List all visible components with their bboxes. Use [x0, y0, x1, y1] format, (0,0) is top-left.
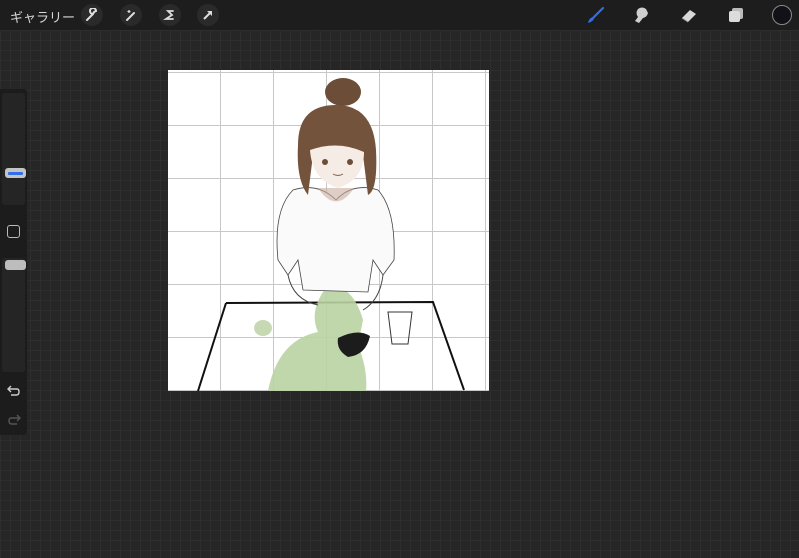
opacity-thumb[interactable] [5, 260, 26, 270]
eraser-icon[interactable] [678, 4, 700, 26]
drawing-canvas[interactable] [168, 70, 489, 391]
top-toolbar: ギャラリー [0, 0, 799, 30]
wrench-icon[interactable] [81, 4, 103, 26]
brush-size-slider[interactable] [2, 93, 26, 205]
artwork-illustration [197, 78, 465, 391]
opacity-slider[interactable] [2, 258, 26, 372]
transform-arrow-icon[interactable] [197, 4, 219, 26]
brush-icon[interactable] [585, 4, 607, 26]
layers-icon[interactable] [725, 4, 747, 26]
color-icon[interactable] [771, 4, 793, 26]
brush-size-thumb[interactable] [5, 168, 26, 178]
gallery-button[interactable]: ギャラリー [10, 7, 75, 26]
undo-icon[interactable] [7, 382, 21, 401]
modify-button[interactable] [7, 225, 20, 238]
redo-icon[interactable] [7, 411, 21, 430]
selection-icon[interactable] [159, 4, 181, 26]
left-sidebar [0, 89, 27, 435]
smudge-icon[interactable] [631, 4, 653, 26]
magic-wand-icon[interactable] [120, 4, 142, 26]
